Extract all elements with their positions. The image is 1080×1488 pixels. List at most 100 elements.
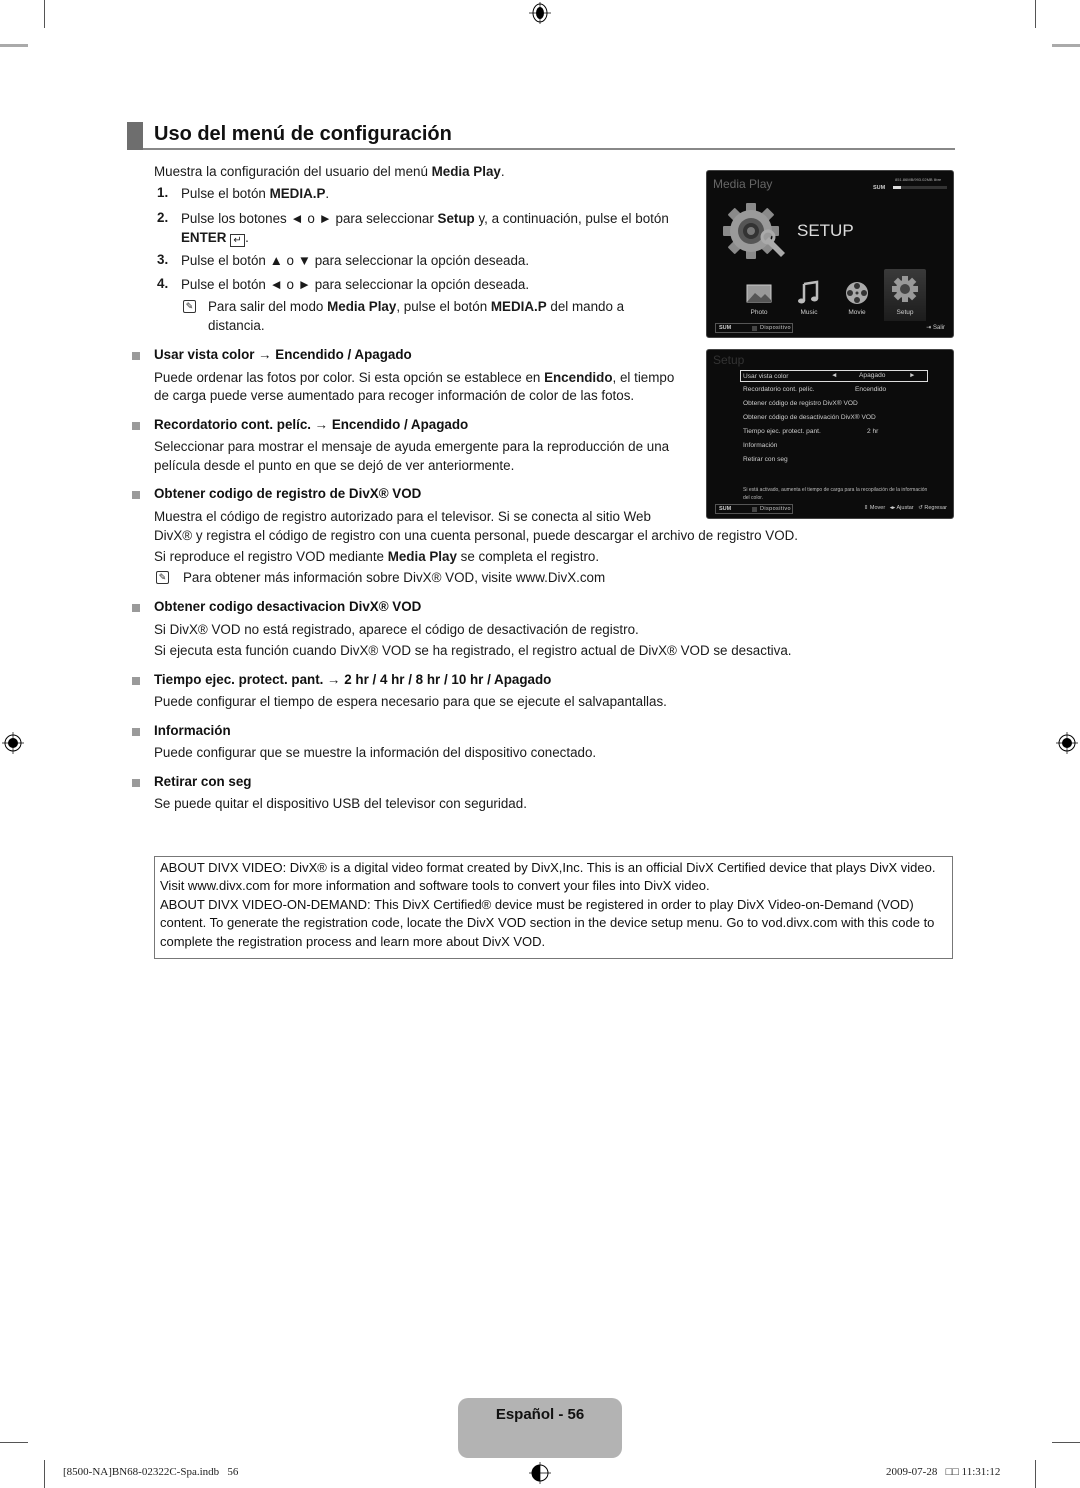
storage-bar-fill bbox=[893, 186, 901, 189]
step-number: 1. bbox=[157, 185, 169, 200]
arrow-right-icon: ► bbox=[909, 372, 916, 379]
note-icon: ✎ bbox=[183, 300, 196, 313]
page-number-badge: Español - 56 bbox=[458, 1398, 622, 1458]
note-text: Para salir del modo Media Play, pulse el… bbox=[208, 299, 625, 314]
music-icon bbox=[795, 279, 823, 307]
menu-item-photo: Photo bbox=[750, 309, 768, 316]
menu-row-value: 2 hr bbox=[867, 428, 879, 435]
bullet-icon bbox=[132, 491, 140, 499]
arrow-left-icon: ◄ bbox=[831, 372, 838, 379]
crop-mark bbox=[1035, 1460, 1036, 1488]
menu-item-music: Music bbox=[800, 309, 818, 316]
option-description: película desde el punto en que se dejó d… bbox=[154, 458, 515, 473]
option-heading: Información bbox=[154, 723, 231, 738]
option-description: Seleccionar para mostrar el mensaje de a… bbox=[154, 439, 670, 454]
heading-bar bbox=[127, 122, 143, 150]
screen-title: Media Play bbox=[713, 177, 773, 191]
step-text: Pulse los botones ◄ o ► para seleccionar… bbox=[181, 211, 669, 226]
crop-mark bbox=[44, 0, 45, 28]
print-file-info: [8500-NA]BN68-02322C-Spa.indb 56 bbox=[63, 1466, 239, 1478]
device-indicator: SUM Dispositivo bbox=[715, 504, 793, 514]
menu-row: Obtener código de desactivación DivX® VO… bbox=[743, 414, 876, 421]
move-icon: ⇕ bbox=[863, 505, 869, 511]
option-description: Si DivX® VOD no está registrado, aparece… bbox=[154, 622, 639, 637]
note-text: Para obtener más información sobre DivX®… bbox=[183, 570, 606, 585]
storage-bar bbox=[893, 186, 947, 189]
bullet-icon bbox=[132, 779, 140, 787]
bullet-icon bbox=[132, 604, 140, 612]
crop-mark bbox=[1052, 1442, 1080, 1443]
menu-row-value: Apagado bbox=[859, 372, 886, 379]
option-heading: Usar vista color → Encendido / Apagado bbox=[154, 347, 412, 362]
media-play-screenshot: Media Play SUM 851.86MB/993.02MB libre S… bbox=[706, 170, 954, 338]
help-text: Si está activado, aumenta el tiempo de c… bbox=[743, 487, 928, 501]
note-text-line2: distancia. bbox=[208, 318, 265, 333]
option-heading: Obtener codigo de registro de DivX® VOD bbox=[154, 486, 422, 501]
option-description: Muestra el código de registro autorizado… bbox=[154, 509, 651, 524]
setup-gear-large-icon bbox=[721, 201, 791, 261]
setup-big-label: SETUP bbox=[797, 221, 854, 240]
intro-text: Muestra la configuración del usuario del… bbox=[154, 164, 505, 179]
registration-mark-icon bbox=[529, 2, 551, 24]
note-icon: ✎ bbox=[156, 571, 169, 584]
option-description: de carga puede verse aumentado para reco… bbox=[154, 388, 635, 403]
screen-title: Setup bbox=[713, 353, 745, 367]
crop-mark bbox=[0, 1442, 28, 1443]
screen-footer: SUM Dispositivo ⇕ Mover ◂▸ Ajustar ↺ Reg… bbox=[707, 502, 953, 516]
screen-footer: SUM Dispositivo ⇥ Salir bbox=[707, 321, 953, 335]
menu-row: Recordatorio cont. pelíc. bbox=[743, 386, 815, 393]
setup-menu-screenshot: Setup Usar vista color ◄ Apagado ► Recor… bbox=[706, 349, 954, 519]
section-heading: Uso del menú de configuración bbox=[127, 122, 955, 150]
step-text-line2: ENTER ↵. bbox=[181, 230, 249, 247]
divx-video-paragraph: ABOUT DIVX VIDEO: DivX® is a digital vid… bbox=[160, 860, 936, 894]
bullet-icon bbox=[132, 352, 140, 360]
photo-icon bbox=[745, 279, 773, 307]
return-icon: ↺ bbox=[918, 505, 923, 511]
page-number-label: Español - 56 bbox=[495, 1406, 585, 1423]
option-description: Puede configurar que se muestre la infor… bbox=[154, 745, 597, 760]
option-heading: Recordatorio cont. pelíc. → Encendido / … bbox=[154, 417, 469, 432]
option-description: Puede configurar el tiempo de espera nec… bbox=[154, 694, 667, 709]
divx-info-box: ABOUT DIVX VIDEO: DivX® is a digital vid… bbox=[154, 856, 953, 959]
option-description: DivX® y registra el código de registro c… bbox=[154, 528, 799, 543]
storage-text: 851.86MB/993.02MB libre bbox=[895, 177, 942, 182]
menu-row: Tiempo ejec. protect. pant. bbox=[743, 428, 821, 435]
menu-row-value: Encendido bbox=[855, 386, 887, 393]
crop-mark bbox=[1035, 0, 1036, 28]
option-heading: Retirar con seg bbox=[154, 774, 252, 789]
crop-mark bbox=[0, 44, 28, 47]
divx-vod-paragraph: ABOUT DIVX VIDEO-ON-DEMAND: This DivX Ce… bbox=[160, 896, 935, 949]
nav-hints: ⇕ Mover ◂▸ Ajustar ↺ Regresar bbox=[863, 505, 947, 511]
print-timestamp: 2009-07-28 □□ 11:31:12 bbox=[886, 1466, 1001, 1478]
crop-mark bbox=[1052, 44, 1080, 47]
storage-label: SUM bbox=[873, 185, 886, 191]
option-heading: Obtener codigo desactivacion DivX® VOD bbox=[154, 599, 422, 614]
registration-mark-icon bbox=[2, 732, 24, 754]
setup-gear-icon bbox=[891, 275, 919, 303]
option-heading: Tiempo ejec. protect. pant. → 2 hr / 4 h… bbox=[154, 672, 552, 687]
bullet-icon bbox=[132, 677, 140, 685]
menu-item-setup: Setup bbox=[896, 309, 914, 316]
menu-item-movie: Movie bbox=[848, 309, 866, 316]
option-description: Si reproduce el registro VOD mediante Me… bbox=[154, 549, 600, 564]
bullet-icon bbox=[132, 728, 140, 736]
registration-mark-icon bbox=[529, 1462, 551, 1484]
adjust-icon: ◂▸ bbox=[889, 505, 896, 511]
step-number: 3. bbox=[157, 252, 169, 267]
step-number: 2. bbox=[157, 210, 169, 225]
registration-mark-icon bbox=[1056, 732, 1078, 754]
step-number: 4. bbox=[157, 276, 169, 291]
device-indicator: SUM Dispositivo bbox=[715, 323, 793, 333]
option-description: Se puede quitar el dispositivo USB del t… bbox=[154, 796, 527, 811]
enter-icon: ↵ bbox=[230, 234, 246, 247]
menu-row: Información bbox=[743, 442, 778, 449]
movie-icon bbox=[843, 279, 871, 307]
step-text: Pulse el botón MEDIA.P. bbox=[181, 186, 330, 201]
exit-hint: ⇥ Salir bbox=[926, 325, 945, 331]
option-description: Si ejecuta esta función cuando DivX® VOD… bbox=[154, 643, 792, 658]
menu-row: Retirar con seg bbox=[743, 456, 788, 463]
step-text: Pulse el botón ◄ o ► para seleccionar la… bbox=[181, 277, 530, 292]
option-description: Puede ordenar las fotos por color. Si es… bbox=[154, 370, 675, 385]
menu-row: Obtener código de registro DivX® VOD bbox=[743, 400, 858, 407]
step-text: Pulse el botón ▲ o ▼ para seleccionar la… bbox=[181, 253, 530, 268]
